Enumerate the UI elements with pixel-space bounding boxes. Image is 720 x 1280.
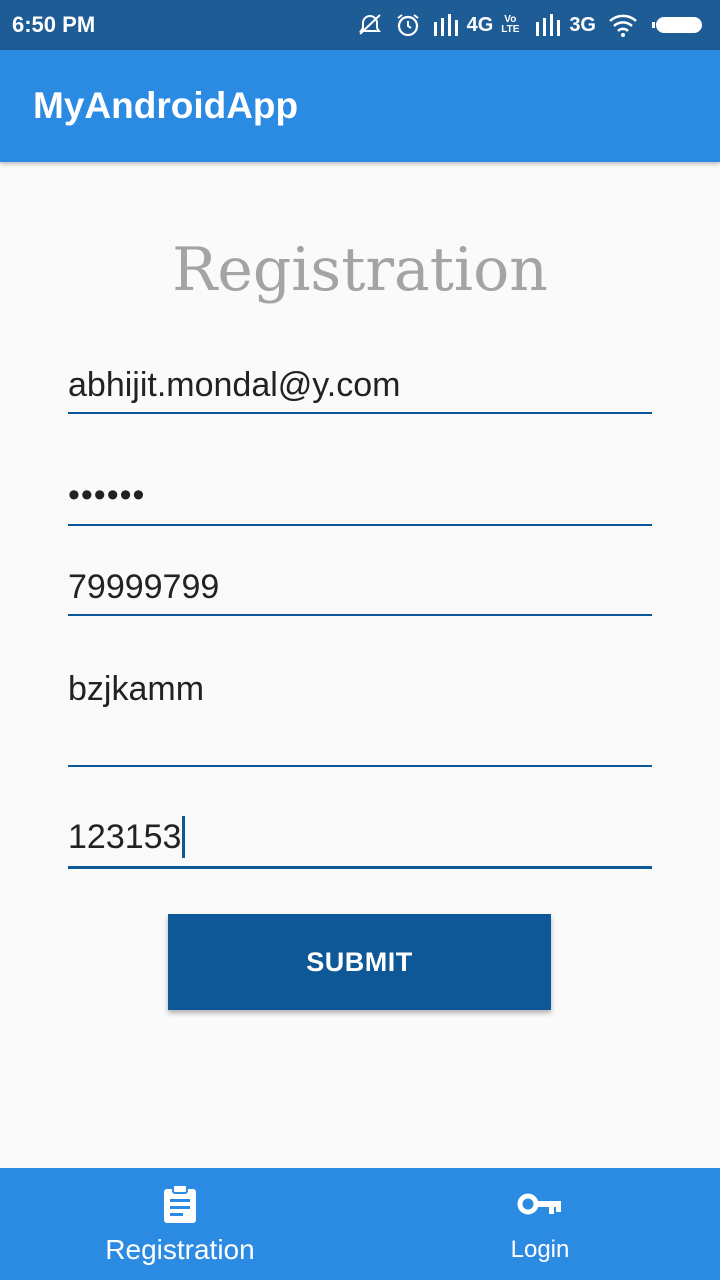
code-field-value: 123153	[68, 816, 186, 858]
status-time: 6:50 PM	[12, 12, 96, 37]
signal-group-2: 3G	[535, 14, 596, 37]
signal-group-1: 4G Vo LTE	[433, 14, 524, 37]
password-field-value: ••••••	[68, 476, 146, 514]
text-cursor	[182, 816, 186, 858]
battery-icon	[650, 13, 706, 37]
nav-item-registration[interactable]: Registration	[0, 1168, 360, 1280]
phone-field-value: 79999799	[68, 568, 220, 606]
email-field[interactable]: abhijit.mondal@y.com	[68, 362, 652, 414]
code-field[interactable]: 123153	[68, 812, 652, 869]
bottom-navigation: Registration Login	[0, 1168, 720, 1280]
nav-label-login: Login	[510, 1236, 570, 1263]
email-field-value: abhijit.mondal@y.com	[68, 366, 401, 404]
wifi-icon	[608, 13, 638, 37]
alarm-off-icon	[357, 12, 383, 38]
app-bar: MyAndroidApp	[0, 50, 720, 162]
password-field[interactable]: ••••••	[68, 468, 652, 526]
network-type-4g: 4G	[466, 13, 494, 36]
nav-label-registration: Registration	[105, 1234, 255, 1265]
signal-bars-icon	[536, 14, 561, 36]
name-field[interactable]: bzjkamm	[68, 662, 652, 767]
status-bar: 6:50 PM 4G Vo LTE 3G	[0, 0, 720, 50]
page-title: Registration	[172, 235, 548, 305]
submit-button[interactable]: SUBMIT	[168, 914, 551, 1010]
signal-bars-icon	[433, 14, 458, 36]
network-type-3g: 3G	[569, 13, 596, 36]
key-icon	[517, 1184, 563, 1224]
phone-field[interactable]: 79999799	[68, 562, 652, 616]
alarm-clock-icon	[395, 12, 421, 38]
volte-badge: Vo LTE	[501, 14, 520, 35]
app-title: MyAndroidApp	[33, 85, 299, 126]
code-field-text: 123153	[68, 817, 182, 856]
status-icons: 4G Vo LTE 3G	[357, 12, 706, 38]
clipboard-icon	[161, 1184, 199, 1224]
nav-item-login[interactable]: Login	[360, 1168, 720, 1280]
name-field-value: bzjkamm	[68, 670, 205, 708]
